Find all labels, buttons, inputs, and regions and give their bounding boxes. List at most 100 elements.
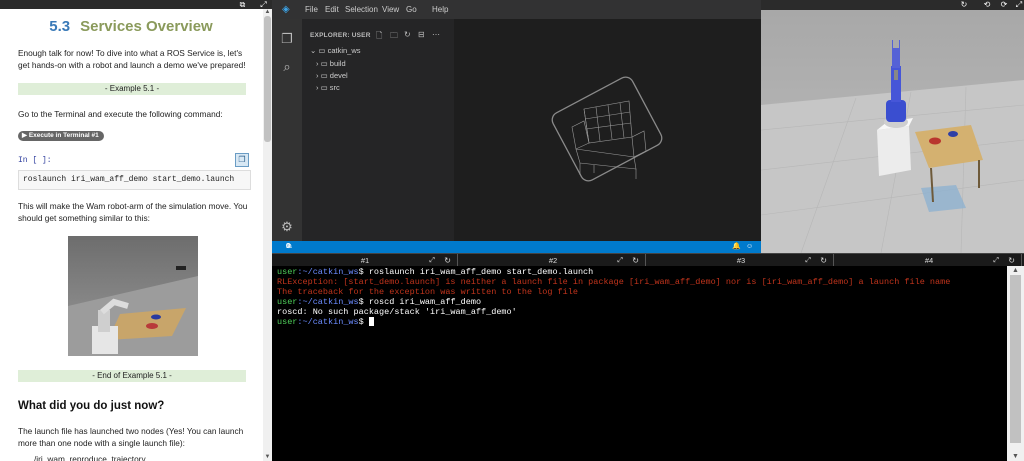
search-icon[interactable]: ⌕ (279, 59, 295, 75)
tree-item-devel[interactable]: › ▭ devel (316, 71, 348, 80)
gear-icon[interactable]: ⚙ (279, 219, 295, 235)
simulation-panel: ↻ ⟲ ⟳ ⤢ (761, 0, 1024, 253)
result-paragraph: This will make the Wam robot-arm of the … (18, 201, 248, 223)
tree-item-label: devel (329, 71, 348, 80)
terminal-scrollbar[interactable]: ▲ ▼ (1007, 266, 1024, 461)
tree-item-src[interactable]: › ▭ src (316, 83, 340, 92)
prompt-path: :~/catkin_ws (297, 317, 359, 327)
tree-item-build[interactable]: › ▭ build (316, 59, 346, 68)
collapse-all-icon[interactable]: ⊟ (418, 30, 425, 39)
menu-help[interactable]: Help (432, 0, 448, 19)
scroll-down-icon[interactable]: ▼ (1007, 452, 1024, 461)
simulation-toolbar: ↻ ⟲ ⟳ ⤢ (761, 0, 1024, 10)
notification-bell-icon[interactable]: 🔔 (732, 241, 741, 253)
scrollbar-thumb[interactable] (264, 16, 271, 142)
notebook-toolbar: ⧉ ⤢ (0, 0, 272, 9)
simulation-screenshot (68, 236, 198, 356)
command-text: $ roslaunch iri_wam_aff_demo start_demo.… (358, 267, 594, 277)
prompt-user: user (277, 267, 298, 277)
reset-icon[interactable]: ⟲ (982, 0, 992, 10)
prompt-user: user (277, 297, 298, 307)
editor-area (454, 19, 761, 241)
code-editor-window: ◈ File Edit Selection View Go Help ❐ ⌕ ⚙… (272, 0, 761, 253)
command-text: $ (358, 317, 369, 327)
new-file-icon[interactable]: 🗋 (376, 30, 382, 44)
menu-go[interactable]: Go (406, 0, 417, 19)
end-example-banner: - End of Example 5.1 - (18, 370, 246, 382)
terminal-error-line: RLException: [start_demo.launch] is neit… (277, 277, 951, 287)
explorer-files-icon[interactable]: ❐ (279, 31, 295, 47)
vscode-watermark-icon (551, 76, 663, 182)
section-title: 5.3 Services Overview (0, 18, 262, 35)
fullscreen-icon[interactable]: ⤢ (259, 0, 268, 9)
simulation-viewport[interactable] (761, 10, 1024, 253)
list-item: /iri_wam_reproduce_trajectory (34, 454, 146, 461)
notebook-scrollbar[interactable]: ▲ ▼ (263, 9, 272, 461)
instruction-paragraph: Go to the Terminal and execute the follo… (18, 109, 223, 119)
menu-file[interactable]: File (305, 0, 318, 19)
copy-code-button[interactable]: ❐ (235, 153, 249, 167)
activity-bar: ❐ ⌕ ⚙ (272, 19, 302, 241)
terminal-line: user:~/catkin_ws$ (277, 317, 374, 327)
feedback-icon[interactable]: ☺ (746, 241, 753, 253)
terminal-tab-bar: #1 ⤢ ↻ #2 ⤢ ↻ #3 ⤢ ↻ #4 ⤢ ↻ (272, 253, 1024, 267)
copy-icon: ❐ (238, 155, 246, 164)
scrollbar-thumb[interactable] (1010, 275, 1021, 443)
more-actions-icon[interactable]: ⋯ (432, 30, 440, 39)
section-number: 5.3 (49, 18, 71, 35)
terminal-line: user:~/catkin_ws$ roslaunch iri_wam_aff_… (277, 267, 593, 277)
section-title-text: Services Overview (80, 18, 213, 35)
menu-edit[interactable]: Edit (325, 0, 339, 19)
status-bar: ⊗ 0 ⚠ 0 🔔 ☺ (272, 241, 761, 253)
refresh-icon[interactable]: ↻ (404, 30, 411, 39)
chevron-down-icon: ⌄ (310, 46, 317, 55)
explorer-sidebar: EXPLORER: USER 🗋 🗀 ↻ ⊟ ⋯ ⌄ ▭ catkin_ws ›… (302, 19, 454, 241)
folder-icon: ▭ (320, 83, 328, 92)
terminal-error-line: The traceback for the exception was writ… (277, 287, 578, 297)
tree-item-label: src (329, 83, 340, 92)
explorer-title: EXPLORER: USER (310, 32, 371, 39)
prompt-user: user (277, 317, 298, 327)
example-banner: - Example 5.1 - (18, 83, 246, 95)
prompt-path: :~/catkin_ws (297, 267, 359, 277)
code-cell[interactable]: roslaunch iri_wam_aff_demo start_demo.la… (18, 170, 251, 190)
execute-button-label: Execute in Terminal #1 (28, 132, 99, 139)
command-text: $ roscd iri_wam_aff_demo (358, 297, 482, 307)
scroll-up-icon[interactable]: ▲ (263, 9, 272, 16)
chevron-right-icon: › (316, 83, 319, 92)
simulation-thumbnail-drawing (68, 266, 198, 356)
menu-view[interactable]: View (382, 0, 399, 19)
intro-paragraph: Enough talk for now! To dive into what a… (18, 48, 246, 70)
scroll-up-icon[interactable]: ▲ (1007, 266, 1024, 275)
folder-icon: ▭ (318, 46, 326, 55)
folder-icon: ▭ (320, 71, 328, 80)
tree-item-label: catkin_ws (327, 46, 361, 55)
external-link-icon[interactable]: ⧉ (238, 0, 247, 9)
tree-item-root[interactable]: ⌄ ▭ catkin_ws (310, 46, 361, 55)
new-folder-icon[interactable]: 🗀 (390, 30, 398, 44)
terminal-line: user:~/catkin_ws$ roscd iri_wam_aff_demo (277, 297, 481, 307)
robot-scene-drawing (761, 40, 1024, 253)
menu-selection[interactable]: Selection (345, 0, 378, 19)
cell-input-label: In [ ]: (18, 156, 52, 165)
sync-icon[interactable]: ⟳ (999, 0, 1009, 10)
launch-paragraph: The launch file has launched two nodes (… (18, 426, 244, 448)
menu-bar: ◈ File Edit Selection View Go Help (272, 0, 761, 19)
chevron-right-icon: › (316, 71, 319, 80)
chevron-right-icon: › (316, 59, 319, 68)
screen: ⧉ ⤢ 5.3 Services Overview Enough talk for… (0, 0, 1024, 461)
warning-count: 0 (286, 243, 290, 250)
terminal-output-line: roscd: No such package/stack 'iri_wam_af… (277, 307, 517, 317)
prompt-path: :~/catkin_ws (297, 297, 359, 307)
folder-icon: ▭ (320, 59, 328, 68)
vscode-logo-icon: ◈ (282, 4, 290, 15)
fullscreen-icon[interactable]: ⤢ (1014, 0, 1024, 10)
execute-in-terminal-button[interactable]: ▶ Execute in Terminal #1 (18, 131, 104, 141)
refresh-icon[interactable]: ↻ (959, 0, 969, 10)
section-heading: What did you do just now? (18, 400, 165, 412)
notebook-panel: ⧉ ⤢ 5.3 Services Overview Enough talk for… (0, 0, 272, 461)
tree-item-label: build (329, 59, 346, 68)
scroll-down-icon[interactable]: ▼ (263, 454, 272, 461)
terminal-cursor (368, 317, 374, 327)
terminal-output[interactable]: user:~/catkin_ws$ roslaunch iri_wam_aff_… (272, 266, 1007, 461)
